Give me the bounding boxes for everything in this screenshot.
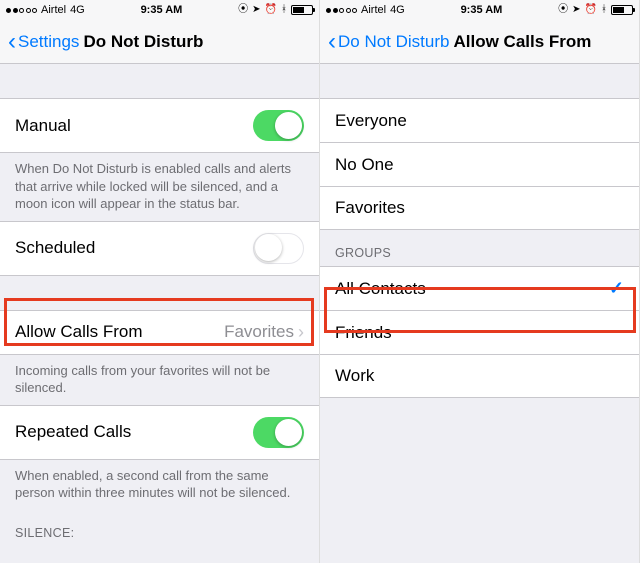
repeated-calls-switch[interactable] [253,417,304,448]
scheduled-label: Scheduled [15,238,95,258]
allow-calls-footer: Incoming calls from your favorites will … [0,355,319,405]
option-label: Everyone [335,111,407,131]
allow-calls-row[interactable]: Allow Calls From Favorites › [0,310,319,355]
lock-icon: ⦿ [238,5,248,15]
repeated-calls-label: Repeated Calls [15,422,131,442]
back-button[interactable]: ‹ Do Not Disturb [328,30,449,54]
clock-label: 9:35 AM [141,4,183,16]
status-bar: Airtel 4G 9:35 AM ⦿ ➤ ⏰ ᚼ [0,0,319,20]
page-title: Do Not Disturb [83,32,203,52]
scheduled-row[interactable]: Scheduled [0,221,319,276]
battery-icon [291,5,313,15]
chevron-right-icon: › [298,322,304,343]
back-label: Settings [18,32,79,52]
screen-do-not-disturb: Airtel 4G 9:35 AM ⦿ ➤ ⏰ ᚼ ‹ Settings Do … [0,0,320,563]
location-icon: ➤ [572,5,580,15]
groups-header: GROUPS [320,230,639,266]
group-label: Work [335,366,374,386]
option-label: No One [335,155,394,175]
repeated-calls-footer: When enabled, a second call from the sam… [0,460,319,510]
bluetooth-icon: ᚼ [281,5,287,15]
page-title: Allow Calls From [453,32,591,52]
signal-dots-icon [326,8,357,13]
option-label: Favorites [335,198,405,218]
screen-allow-calls-from: Airtel 4G 9:35 AM ⦿ ➤ ⏰ ᚼ ‹ Do Not Distu… [320,0,640,563]
group-label: Friends [335,323,392,343]
scheduled-switch[interactable] [253,233,304,264]
manual-label: Manual [15,116,71,136]
alarm-icon: ⏰ [585,5,597,15]
battery-icon [611,5,633,15]
back-button[interactable]: ‹ Settings [8,30,79,54]
manual-switch[interactable] [253,110,304,141]
carrier-label: Airtel [41,4,66,16]
clock-label: 9:35 AM [461,4,503,16]
chevron-left-icon: ‹ [328,30,336,54]
option-no-one[interactable]: No One [320,142,639,186]
allow-calls-label: Allow Calls From [15,322,143,342]
lock-icon: ⦿ [558,5,568,15]
repeated-calls-row[interactable]: Repeated Calls [0,405,319,460]
option-everyone[interactable]: Everyone [320,98,639,142]
group-label: All Contacts [335,279,426,299]
status-bar: Airtel 4G 9:35 AM ⦿ ➤ ⏰ ᚼ [320,0,639,20]
manual-footer: When Do Not Disturb is enabled calls and… [0,153,319,221]
allow-calls-value: Favorites [224,322,294,342]
network-label: 4G [390,4,405,16]
location-icon: ➤ [252,5,260,15]
group-friends[interactable]: Friends [320,310,639,354]
nav-bar: ‹ Do Not Disturb Allow Calls From [320,20,639,64]
checkmark-icon: ✓ [609,278,624,299]
group-all-contacts[interactable]: All Contacts ✓ [320,266,639,310]
bluetooth-icon: ᚼ [601,5,607,15]
carrier-label: Airtel [361,4,386,16]
signal-dots-icon [6,8,37,13]
alarm-icon: ⏰ [265,5,277,15]
group-work[interactable]: Work [320,354,639,398]
network-label: 4G [70,4,85,16]
nav-bar: ‹ Settings Do Not Disturb [0,20,319,64]
silence-header: SILENCE: [0,510,319,546]
back-label: Do Not Disturb [338,32,449,52]
manual-row[interactable]: Manual [0,98,319,153]
chevron-left-icon: ‹ [8,30,16,54]
option-favorites[interactable]: Favorites [320,186,639,230]
